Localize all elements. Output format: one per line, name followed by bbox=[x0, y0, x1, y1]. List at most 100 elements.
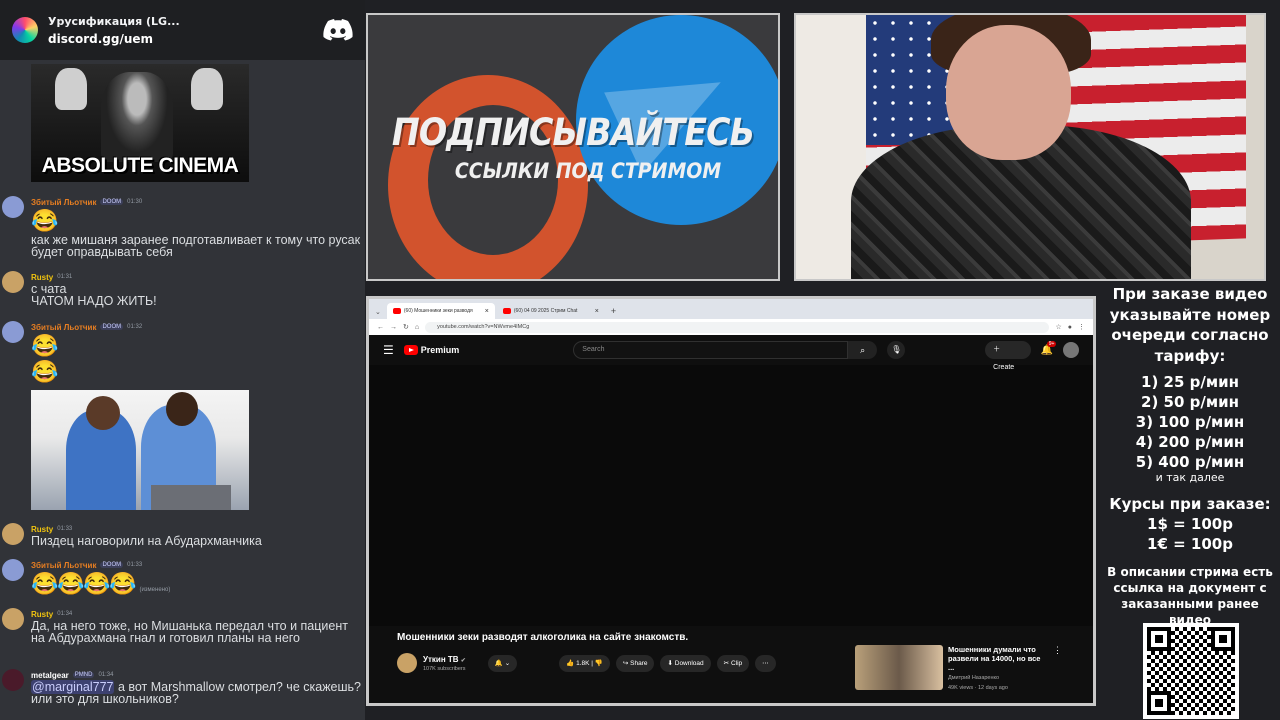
recommended-menu-icon[interactable]: ⋮ bbox=[1053, 645, 1062, 690]
hamburger-menu-icon[interactable]: ☰ bbox=[383, 343, 394, 357]
laughing-emoji-icon: 😂 bbox=[57, 571, 85, 596]
discord-icon bbox=[323, 19, 353, 41]
tariff-item: 3) 100 р/мин bbox=[1135, 413, 1245, 431]
channel-name[interactable]: Уткин ТВ ✔ bbox=[423, 655, 466, 664]
tariff-item: 2) 50 р/мин bbox=[1141, 393, 1239, 411]
server-icon bbox=[12, 17, 38, 43]
search-icon[interactable]: ⌕ bbox=[847, 341, 878, 359]
chat-message: Rusty 01:31 с чата ЧАТОМ НАДО ЖИТЬ! bbox=[0, 271, 365, 307]
timestamp: 01:33 bbox=[127, 562, 143, 568]
recommended-video[interactable]: Мошенники думали что развели на 14000, н… bbox=[855, 645, 1085, 691]
chat-header: Урусификация (LG... discord.gg/uem bbox=[0, 0, 365, 60]
username[interactable]: Rusty bbox=[31, 525, 53, 534]
video-player[interactable] bbox=[369, 365, 1093, 626]
verified-icon: ✔ bbox=[460, 657, 466, 664]
search-input[interactable]: Search bbox=[573, 341, 848, 359]
laughing-emoji-icon: 😂 bbox=[109, 571, 137, 596]
browser-tab[interactable]: (60) 04 09 2025 Стрим Chat × bbox=[497, 303, 605, 319]
laughing-emoji-icon: 😂 bbox=[83, 571, 111, 596]
laughing-emoji-icon: 😂 bbox=[31, 359, 59, 384]
clip-button[interactable]: ✂ Clip bbox=[716, 654, 750, 672]
profile-icon[interactable]: ● bbox=[1068, 324, 1072, 331]
recommended-thumbnail[interactable] bbox=[855, 645, 943, 690]
server-invite-link[interactable]: discord.gg/uem bbox=[48, 32, 313, 46]
timestamp: 01:33 bbox=[57, 526, 73, 532]
order-instructions: При заказе видео указывайте номер очеред… bbox=[1109, 285, 1271, 365]
menu-dots-icon[interactable]: ⋮ bbox=[1078, 323, 1085, 331]
create-label: Create bbox=[993, 364, 1015, 371]
create-button[interactable]: ＋ Create bbox=[985, 341, 1031, 371]
tariff-item: 5) 400 р/мин bbox=[1135, 453, 1245, 471]
username[interactable]: metalgear bbox=[31, 671, 69, 680]
username[interactable]: Збитый Льотчик bbox=[31, 323, 96, 332]
subscribe-bell-button[interactable]: 🔔 ⌄ bbox=[487, 654, 518, 672]
recommended-title[interactable]: Мошенники думали что развели на 14000, н… bbox=[948, 645, 1048, 672]
rate-item: 1$ = 100р bbox=[1147, 515, 1233, 533]
forward-icon[interactable]: → bbox=[390, 324, 397, 331]
chat-message: Rusty 01:34 Да, на него тоже, но Мишаньк… bbox=[0, 608, 365, 644]
order-info-panel: При заказе видео указывайте номер очеред… bbox=[1100, 283, 1280, 720]
promo-title: ПОДПИСЫВАЙТЕСЬ bbox=[391, 111, 755, 154]
qr-finder bbox=[1147, 627, 1171, 651]
address-bar-row: ← → ↻ ⌂ youtube.com/watch?v=NWvme4IMCg ☆… bbox=[369, 319, 1093, 335]
chat-image-attachment[interactable] bbox=[31, 390, 249, 510]
youtube-header: ☰ Premium Search ⌕ 🎙 ＋ Create 🔔 9+ bbox=[369, 335, 1093, 371]
more-actions-icon[interactable]: ⋯ bbox=[755, 654, 776, 672]
streamer-face bbox=[946, 25, 1071, 160]
username[interactable]: Збитый Льотчик bbox=[31, 561, 96, 570]
tariff-item: 1) 25 р/мин bbox=[1141, 373, 1239, 391]
meme-image: ABSOLUTE CINEMA bbox=[31, 64, 249, 182]
home-icon[interactable]: ⌂ bbox=[415, 324, 419, 331]
timestamp: 01:31 bbox=[57, 274, 73, 280]
channel-avatar[interactable] bbox=[397, 653, 417, 673]
server-name: Урусификация (LG... bbox=[48, 14, 180, 28]
avatar bbox=[2, 271, 24, 293]
microphone-icon[interactable]: 🎙 bbox=[887, 341, 906, 359]
youtube-premium-logo[interactable]: Premium bbox=[403, 345, 459, 355]
stream-layout: Урусификация (LG... discord.gg/uem ABSOL… bbox=[0, 0, 1280, 720]
qr-finder bbox=[1211, 627, 1235, 651]
subscriber-count: 107K subscribers bbox=[423, 665, 466, 672]
share-button[interactable]: ↪ Share bbox=[615, 654, 655, 672]
avatar bbox=[2, 669, 24, 691]
back-icon[interactable]: ← bbox=[377, 324, 384, 331]
username[interactable]: Rusty bbox=[31, 273, 53, 282]
qr-code bbox=[1143, 623, 1239, 719]
username[interactable]: Rusty bbox=[31, 610, 53, 619]
meme-person bbox=[101, 72, 173, 162]
promo-subtitle: ССЫЛКИ ПОД СТРИМОМ bbox=[454, 159, 722, 183]
tab-search-icon[interactable]: ⌄ bbox=[375, 308, 381, 316]
meme-hand-left bbox=[55, 68, 87, 110]
download-label: Download bbox=[674, 659, 704, 667]
youtube-play-icon bbox=[403, 345, 418, 355]
clip-label: Clip bbox=[730, 659, 743, 667]
timestamp: 01:34 bbox=[98, 672, 114, 678]
laughing-emoji-icon: 😂 bbox=[31, 571, 59, 596]
like-button[interactable]: 👍 1.8K | 👎 bbox=[559, 654, 610, 672]
recommended-channel: Дмитрий Назаренко bbox=[948, 675, 1000, 681]
timestamp: 01:32 bbox=[127, 324, 143, 330]
chat-message: Збитый Льотчик DOOM 01:32 😂 😂 bbox=[0, 321, 365, 385]
notification-count: 9+ bbox=[1046, 340, 1057, 347]
extensions-icon[interactable]: ☆ bbox=[1055, 323, 1061, 331]
new-tab-icon[interactable]: + bbox=[611, 306, 616, 316]
close-tab-icon[interactable]: × bbox=[485, 308, 489, 315]
tariff-more: и так далее bbox=[1155, 471, 1225, 484]
close-tab-icon[interactable]: × bbox=[595, 308, 599, 315]
rate-item: 1€ = 100р bbox=[1147, 535, 1233, 553]
description-note: В описании стрима есть ссылка на докумен… bbox=[1107, 565, 1273, 627]
photo-laptop bbox=[151, 485, 231, 510]
url-field[interactable]: youtube.com/watch?v=NWvme4IMCg bbox=[425, 321, 1050, 333]
laughing-emoji-icon: 😂 bbox=[31, 333, 59, 358]
download-button[interactable]: ⬇ Download bbox=[660, 654, 711, 672]
like-count: 1.8K bbox=[576, 659, 590, 667]
account-avatar[interactable] bbox=[1063, 342, 1079, 358]
username[interactable]: Збитый Льотчик bbox=[31, 198, 96, 207]
message-text: Да, на него тоже, но Мишанька передал чт… bbox=[31, 619, 348, 645]
qr-finder bbox=[1147, 691, 1171, 715]
edited-label: (изменено) bbox=[139, 587, 171, 593]
reload-icon[interactable]: ↻ bbox=[403, 323, 409, 331]
avatar bbox=[2, 321, 24, 343]
notifications-bell-icon[interactable]: 🔔 9+ bbox=[1041, 340, 1057, 356]
browser-tab-active[interactable]: (60) Мошенники зеки разводя × bbox=[386, 303, 495, 319]
